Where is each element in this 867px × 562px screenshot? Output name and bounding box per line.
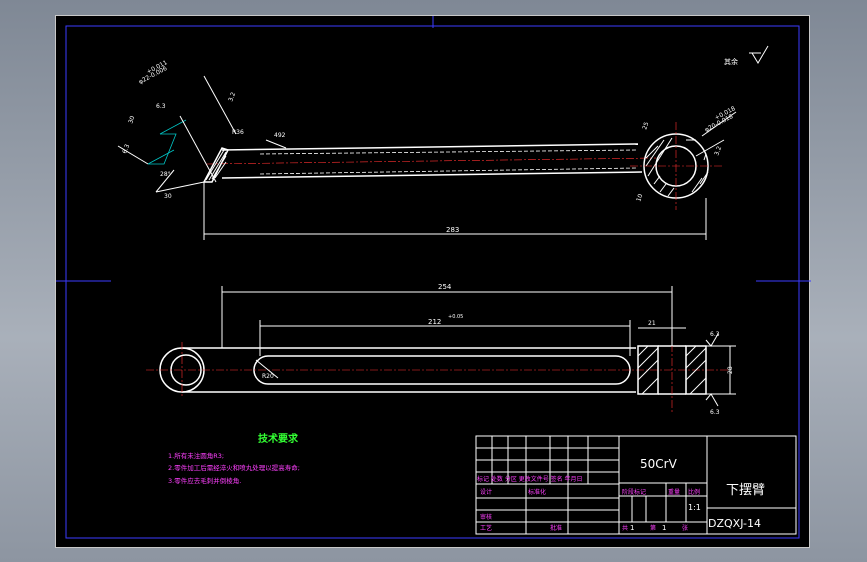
svg-text:张: 张 xyxy=(682,524,688,532)
svg-text:比例: 比例 xyxy=(688,488,700,496)
drawing-number: DZQXJ-14 xyxy=(708,517,761,530)
svg-text:3.2: 3.2 xyxy=(713,145,723,157)
part-name: 下摆臂 xyxy=(726,483,765,498)
scale-value: 1:1 xyxy=(688,503,701,512)
svg-text:283: 283 xyxy=(446,226,459,234)
tech-item-1: 1.所有未注圆角R3; xyxy=(168,451,224,460)
svg-text:28°: 28° xyxy=(160,171,171,178)
svg-text:21: 21 xyxy=(648,320,656,327)
svg-text:6.3: 6.3 xyxy=(156,103,166,110)
svg-text:30: 30 xyxy=(164,193,172,200)
svg-text:212: 212 xyxy=(428,318,441,326)
svg-text:492: 492 xyxy=(274,132,286,139)
svg-text:6.3: 6.3 xyxy=(710,409,720,416)
tech-title: 技术要求 xyxy=(258,432,299,445)
technical-requirements: 技术要求 1.所有未注圆角R3; 2.零件加工后需经淬火和喷丸处理以提高寿命; … xyxy=(168,432,300,485)
svg-text:标准化: 标准化 xyxy=(528,488,546,496)
inner-frame xyxy=(65,25,800,539)
svg-text:25: 25 xyxy=(641,121,650,131)
svg-text:254: 254 xyxy=(438,283,452,291)
title-block: 标记 处数 分区 更改文件号 签名 年月日 设计 标准化 审核 工艺 批准 阶段… xyxy=(475,435,797,535)
svg-text:10: 10 xyxy=(635,193,644,203)
svg-text:1: 1 xyxy=(630,524,634,532)
svg-text:设计: 设计 xyxy=(480,488,492,496)
revision-row-labels: 标记 处数 分区 更改文件号 签名 年月日 xyxy=(477,475,583,483)
svg-text:28: 28 xyxy=(727,366,734,374)
svg-text:工艺: 工艺 xyxy=(480,524,492,532)
top-view: 254 212 +0.05 21 R20 6.3 6.3 28 xyxy=(146,283,736,416)
svg-text:3.2: 3.2 xyxy=(227,91,237,103)
tech-item-3: 3.零件应去毛刺并倒棱角. xyxy=(168,476,241,485)
svg-text:+0.05: +0.05 xyxy=(448,314,463,320)
surface-finish-symbol: 其余 xyxy=(724,45,769,66)
svg-text:1: 1 xyxy=(662,524,666,532)
svg-text:重量: 重量 xyxy=(668,488,680,496)
svg-text:R20: R20 xyxy=(262,373,274,380)
drawing-sheet: 其余 φ22-0.006 +0.011 6.3 6.3 30 30 28° R3… xyxy=(55,15,811,548)
svg-text:批准: 批准 xyxy=(550,524,562,532)
drawing-canvas: 其余 φ22-0.006 +0.011 6.3 6.3 30 30 28° R3… xyxy=(56,16,811,539)
svg-text:第: 第 xyxy=(650,524,656,532)
svg-text:其余: 其余 xyxy=(724,57,738,66)
svg-text:阶段标记: 阶段标记 xyxy=(622,488,646,496)
tech-item-2: 2.零件加工后需经淬火和喷丸处理以提高寿命; xyxy=(168,463,300,472)
svg-text:共: 共 xyxy=(622,524,628,532)
svg-text:审核: 审核 xyxy=(480,513,492,521)
material: 50CrV xyxy=(640,457,678,471)
svg-text:30: 30 xyxy=(127,115,136,125)
front-view: φ22-0.006 +0.011 6.3 6.3 30 30 28° R36 3… xyxy=(117,59,737,240)
